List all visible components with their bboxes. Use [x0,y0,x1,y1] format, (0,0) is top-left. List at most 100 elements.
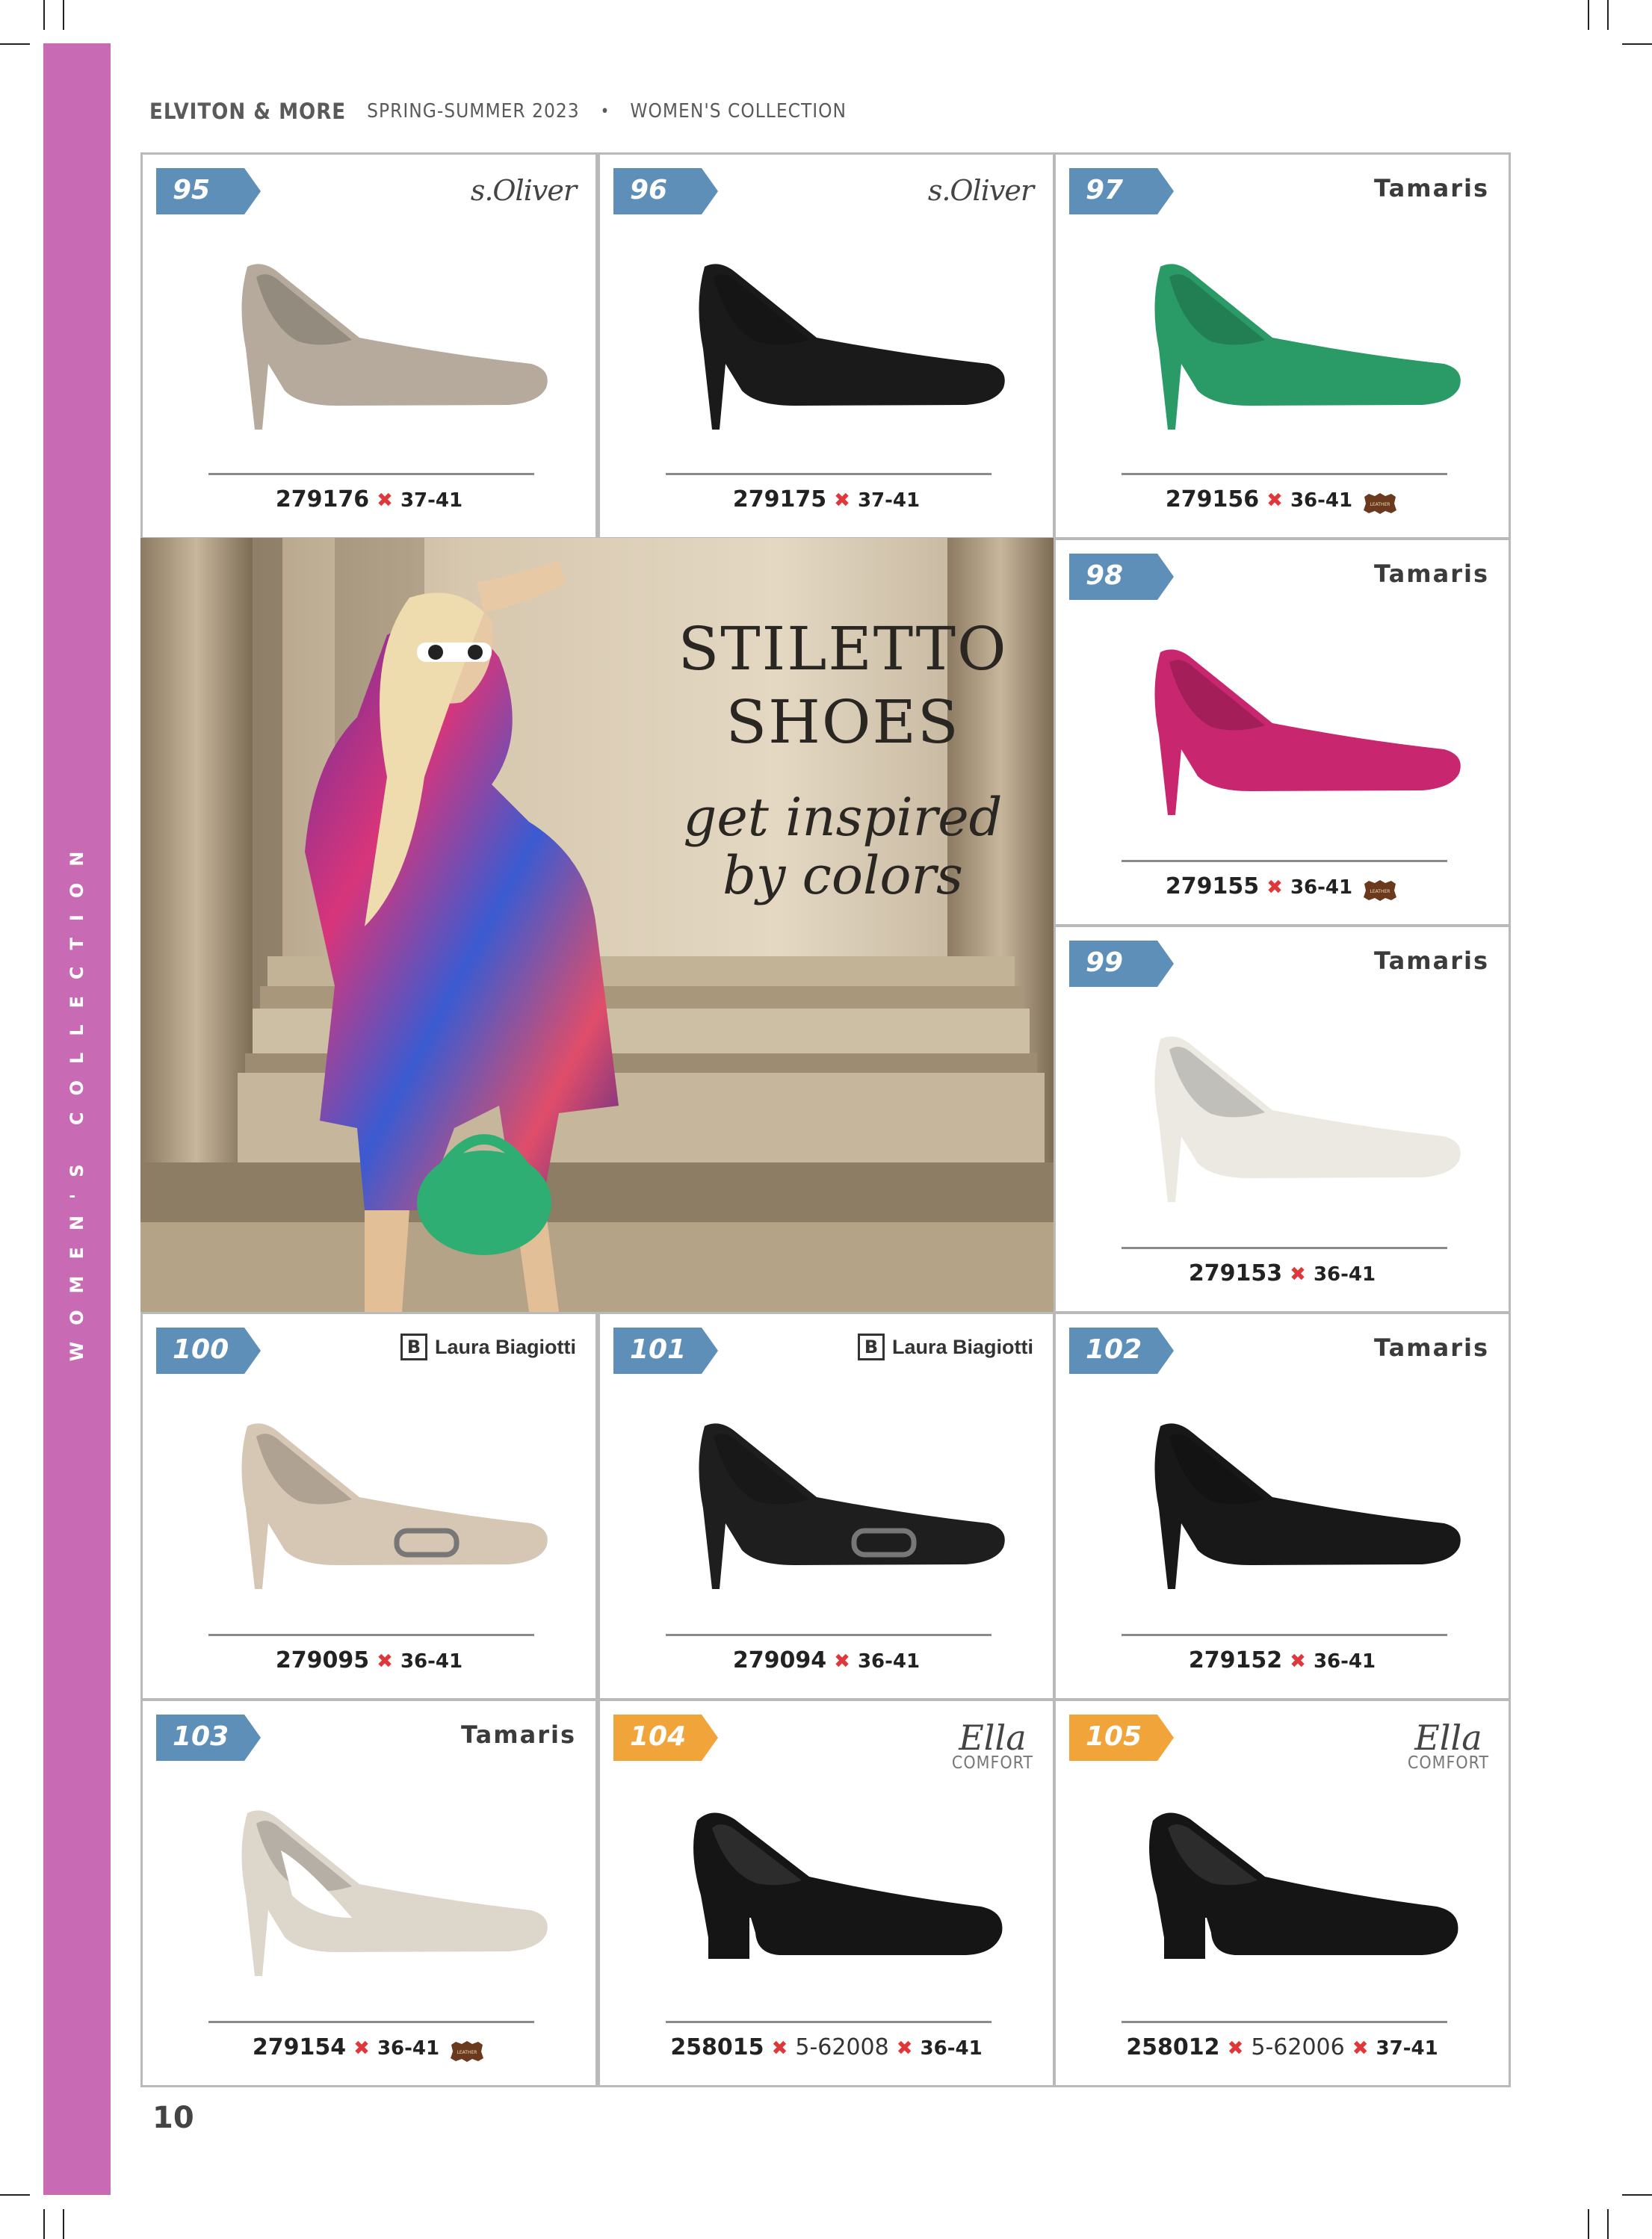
product-shoe-image[interactable] [1123,645,1467,820]
crop-mark [43,0,45,30]
alt-code: 5-62006 [1251,2034,1345,2060]
product-number-badge: 104 [613,1715,718,1761]
product-code-line: 279176 ✖ 37-41 [143,486,595,512]
product-number-badge: 98 [1069,554,1174,600]
brand-logo-tamaris: Tamaris [1373,1334,1489,1362]
brand-logo-tamaris: Tamaris [460,1721,576,1749]
product-shoe-image[interactable] [1123,1032,1467,1207]
product-code-line: 258015 ✖ 5-62008 ✖ 36-41 [600,2034,1053,2060]
separator-x-icon: ✖ [377,489,393,512]
product-card[interactable]: 105 Ella COMFORT 258012 ✖ 5-62006 ✖ 37-41 [1054,1699,1511,2087]
brand-logo-tamaris: Tamaris [1373,947,1489,975]
product-card[interactable]: 103 Tamaris 279154 ✖ 36-41 LEATHER [140,1699,598,2087]
hero-title-line: STILETTO [678,614,1008,684]
size-range: 36-41 [857,1650,921,1673]
product-shoe-image[interactable] [1123,1806,1467,1981]
leather-hide-icon: LEATHER [1364,879,1397,901]
crop-mark [1622,2194,1652,2196]
product-number: 97 [1086,175,1124,205]
header-collection: WOMEN'S COLLECTION [630,100,847,123]
page-number: 10 [152,2101,194,2135]
size-range: 36-41 [1290,489,1353,512]
separator-x-icon: ✖ [1290,1263,1306,1286]
separator-x-icon: ✖ [1352,2037,1369,2060]
size-range: 37-41 [1376,2037,1438,2060]
brand-logo-ella-comfort: Ella COMFORT [952,1721,1033,1772]
brand-logo-tamaris: Tamaris [1373,174,1489,202]
header-separator: • [600,102,610,121]
product-card[interactable]: 97 Tamaris 279156 ✖ 36-41 LEATHER [1054,152,1511,539]
product-number: 101 [630,1334,687,1365]
crop-mark [43,2209,45,2239]
brand-logo-ella-comfort: Ella COMFORT [1408,1721,1489,1772]
divider [1122,2021,1447,2023]
crop-mark [1607,2209,1609,2239]
crop-mark [1588,0,1589,30]
product-number: 105 [1086,1721,1142,1752]
brand-logo-line: Ella [1414,1718,1482,1758]
divider [666,1634,991,1636]
separator-x-icon: ✖ [377,1650,393,1673]
separator-x-icon: ✖ [1227,2037,1244,2060]
divider [208,2021,534,2023]
crop-mark [63,0,64,30]
product-shoe-image[interactable] [667,259,1011,435]
product-card[interactable]: 98 Tamaris 279155 ✖ 36-41 LEATHER [1054,538,1511,926]
product-code-line: 279152 ✖ 36-41 [1056,1647,1509,1673]
crop-mark [1622,43,1652,45]
product-number: 99 [1086,947,1124,978]
brand-logo-laura-biagiotti: B Laura Biagiotti [400,1334,576,1360]
side-band-label: WOMEN'S COLLECTION [66,834,87,1362]
product-shoe-image[interactable] [210,1806,554,1981]
product-code-line: 279154 ✖ 36-41 LEATHER [143,2034,595,2063]
separator-x-icon: ✖ [1266,489,1283,512]
product-code-line: 279153 ✖ 36-41 [1056,1260,1509,1286]
hero-subtitle: get inspired by colors [619,788,1054,905]
product-shoe-image[interactable] [1123,259,1467,435]
size-range: 36-41 [377,2037,440,2060]
product-number-badge: 105 [1069,1715,1174,1761]
product-card[interactable]: 101 B Laura Biagiotti 279094 ✖ 36-41 [598,1312,1055,1700]
article-number: 279175 [732,486,827,512]
crop-mark [1588,2209,1589,2239]
product-number: 100 [173,1334,229,1365]
divider [208,473,534,475]
product-card[interactable]: 102 Tamaris 279152 ✖ 36-41 [1054,1312,1511,1700]
article-number: 279094 [732,1647,827,1673]
separator-x-icon: ✖ [834,489,850,512]
product-shoe-image[interactable] [210,259,554,435]
product-card[interactable]: 104 Ella COMFORT 258015 ✖ 5-62008 ✖ 36-41 [598,1699,1055,2087]
product-shoe-image[interactable] [667,1806,1011,1981]
separator-x-icon: ✖ [1266,876,1283,899]
separator-x-icon: ✖ [896,2037,913,2060]
crop-mark [1607,0,1609,30]
product-number-badge: 101 [613,1328,718,1374]
size-range: 36-41 [1313,1263,1376,1286]
brand-logo-soliver: s.Oliver [470,174,577,207]
hero-title-line: SHOES [726,687,960,757]
brand-logo-tamaris: Tamaris [1373,560,1489,588]
article-number: 279156 [1165,486,1260,512]
product-card[interactable]: 96 s.Oliver 279175 ✖ 37-41 [598,152,1055,539]
brand-logo-soliver: s.Oliver [927,174,1034,207]
size-range: 36-41 [920,2037,983,2060]
product-shoe-image[interactable] [210,1419,554,1594]
size-range: 37-41 [400,489,463,512]
alt-code: 5-62008 [795,2034,889,2060]
product-card[interactable]: 99 Tamaris 279153 ✖ 36-41 [1054,925,1511,1313]
divider [1122,473,1447,475]
product-card[interactable]: 95 s.Oliver 279176 ✖ 37-41 [140,152,598,539]
product-code-line: 279175 ✖ 37-41 [600,486,1053,512]
brand-logo-line: COMFORT [1407,1753,1489,1773]
product-shoe-image[interactable] [667,1419,1011,1594]
article-number: 279152 [1188,1647,1283,1673]
size-range: 36-41 [1290,876,1353,899]
product-number: 98 [1086,560,1124,591]
divider [1122,1247,1447,1249]
product-code-line: 258012 ✖ 5-62006 ✖ 37-41 [1056,2034,1509,2060]
product-shoe-image[interactable] [1123,1419,1467,1594]
product-number-badge: 100 [156,1328,261,1374]
product-card[interactable]: 100 B Laura Biagiotti 279095 ✖ 36-41 [140,1312,598,1700]
article-number: 279153 [1188,1260,1283,1286]
product-number: 102 [1086,1334,1142,1365]
